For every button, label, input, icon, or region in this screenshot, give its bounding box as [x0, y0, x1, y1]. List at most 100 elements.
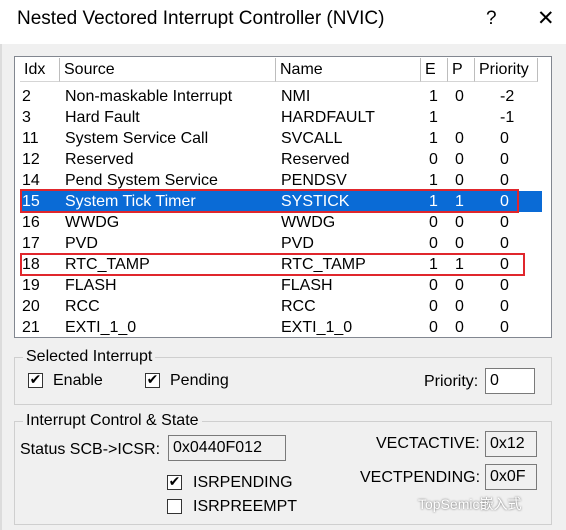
check-icon: ✔ [146, 372, 159, 388]
cell-priority: 0 [500, 277, 509, 294]
cell-source: RCC [65, 298, 100, 315]
isrpreempt-checkbox[interactable] [167, 499, 182, 514]
cell-name: RCC [281, 298, 316, 315]
cell-e: 1 [429, 109, 438, 126]
cell-name: PVD [281, 235, 314, 252]
cell-priority: -2 [500, 88, 515, 105]
cell-p: 0 [455, 130, 464, 147]
cell-source: Non-maskable Interrupt [65, 88, 233, 105]
cell-p: 1 [455, 256, 464, 273]
col-p[interactable]: P [448, 58, 475, 82]
icsr-field[interactable]: 0x0440F012 [168, 435, 286, 461]
table-row[interactable]: 20 RCC RCC 0 0 0 [20, 296, 542, 317]
cell-e: 0 [429, 298, 438, 315]
cell-e: 0 [429, 319, 438, 336]
col-source[interactable]: Source [60, 58, 276, 82]
vectpending-label: VECTPENDING: [360, 469, 481, 486]
cell-name: RTC_TAMP [281, 256, 366, 273]
table-row[interactable]: 21 EXTI_1_0 EXTI_1_0 0 0 0 [20, 317, 542, 337]
col-name[interactable]: Name [276, 58, 421, 82]
cell-p: 0 [455, 151, 464, 168]
cell-name: SVCALL [281, 130, 343, 147]
watermark: TopSemic嵌入式 [418, 496, 522, 512]
pending-label: Pending [170, 372, 229, 389]
cell-idx: 15 [22, 193, 40, 210]
cell-idx: 14 [22, 172, 40, 189]
cell-priority: 0 [500, 235, 509, 252]
cell-p: 0 [455, 88, 464, 105]
cell-e: 0 [429, 235, 438, 252]
window-border [0, 44, 2, 530]
cell-name: WWDG [281, 214, 336, 231]
col-priority[interactable]: Priority [475, 58, 538, 82]
table-row[interactable]: 14 Pend System Service PENDSV 1 0 0 [20, 170, 542, 191]
cell-p: 0 [455, 277, 464, 294]
table-row[interactable]: 18 RTC_TAMP RTC_TAMP 1 1 0 [20, 254, 542, 275]
cell-idx: 16 [22, 214, 40, 231]
isrpreempt-label: ISRPREEMPT [193, 498, 298, 515]
selected-interrupt-legend: Selected Interrupt [23, 348, 156, 366]
vectpending-field[interactable]: 0x0F [485, 464, 537, 490]
col-e[interactable]: E [421, 58, 448, 82]
table-row[interactable]: 11 System Service Call SVCALL 1 0 0 [20, 128, 542, 149]
cell-source: PVD [65, 235, 98, 252]
cell-idx: 17 [22, 235, 40, 252]
cell-idx: 19 [22, 277, 40, 294]
table-row[interactable]: 12 Reserved Reserved 0 0 0 [20, 149, 542, 170]
table-row[interactable]: 3 Hard Fault HARDFAULT 1 -1 [20, 107, 542, 128]
col-idx[interactable]: Idx [20, 58, 60, 82]
cell-p: 1 [455, 193, 464, 210]
list-header: Idx Source Name E P Priority [20, 57, 551, 83]
help-icon[interactable]: ? [486, 8, 497, 30]
cell-p: 0 [455, 319, 464, 336]
isrpending-checkbox[interactable]: ✔ [167, 475, 182, 490]
cell-priority: 0 [500, 298, 509, 315]
status-label: Status SCB->ICSR: [20, 441, 161, 458]
table-row[interactable]: 19 FLASH FLASH 0 0 0 [20, 275, 542, 296]
table-row[interactable]: 2 Non-maskable Interrupt NMI 1 0 -2 [20, 86, 542, 107]
enable-checkbox[interactable]: ✔ [28, 373, 43, 388]
enable-label: Enable [53, 372, 103, 389]
cell-e: 0 [429, 151, 438, 168]
cell-priority: 0 [500, 130, 509, 147]
cell-source: Hard Fault [65, 109, 140, 126]
cell-p: 0 [455, 235, 464, 252]
cell-source: RTC_TAMP [65, 256, 150, 273]
cell-name: FLASH [281, 277, 333, 294]
cell-idx: 18 [22, 256, 40, 273]
priority-field[interactable]: 0 [485, 368, 535, 394]
cell-priority: 0 [500, 256, 509, 273]
cell-priority: 0 [500, 172, 509, 189]
cell-name: HARDFAULT [281, 109, 375, 126]
cell-source: Pend System Service [65, 172, 218, 189]
cell-e: 0 [429, 214, 438, 231]
cell-e: 1 [429, 256, 438, 273]
table-row[interactable]: 16 WWDG WWDG 0 0 0 [20, 212, 542, 233]
cell-idx: 21 [22, 319, 40, 336]
vectactive-field[interactable]: 0x12 [485, 431, 537, 457]
close-icon[interactable]: ✕ [537, 6, 555, 31]
cell-e: 1 [429, 172, 438, 189]
cell-source: System Service Call [65, 130, 209, 147]
control-state-legend: Interrupt Control & State [23, 412, 202, 430]
table-row[interactable]: 17 PVD PVD 0 0 0 [20, 233, 542, 254]
cell-name: EXTI_1_0 [281, 319, 353, 336]
interrupt-list[interactable]: Idx Source Name E P Priority 2 Non-maskab… [14, 56, 552, 338]
cell-p: 0 [455, 298, 464, 315]
cell-source: FLASH [65, 277, 117, 294]
check-icon: ✔ [168, 474, 181, 490]
cell-name: Reserved [281, 151, 350, 168]
cell-source: Reserved [65, 151, 134, 168]
cell-idx: 3 [22, 109, 31, 126]
pending-checkbox[interactable]: ✔ [145, 373, 160, 388]
cell-idx: 11 [22, 130, 39, 147]
cell-name: PENDSV [281, 172, 347, 189]
cell-p: 0 [455, 214, 464, 231]
window-title: Nested Vectored Interrupt Controller (NV… [17, 8, 385, 29]
cell-source: EXTI_1_0 [65, 319, 137, 336]
cell-source: WWDG [65, 214, 120, 231]
cell-idx: 20 [22, 298, 40, 315]
cell-priority: -1 [500, 109, 515, 126]
table-row[interactable]: 15 System Tick Timer SYSTICK 1 1 0 [20, 191, 542, 212]
cell-source: System Tick Timer [65, 193, 196, 210]
